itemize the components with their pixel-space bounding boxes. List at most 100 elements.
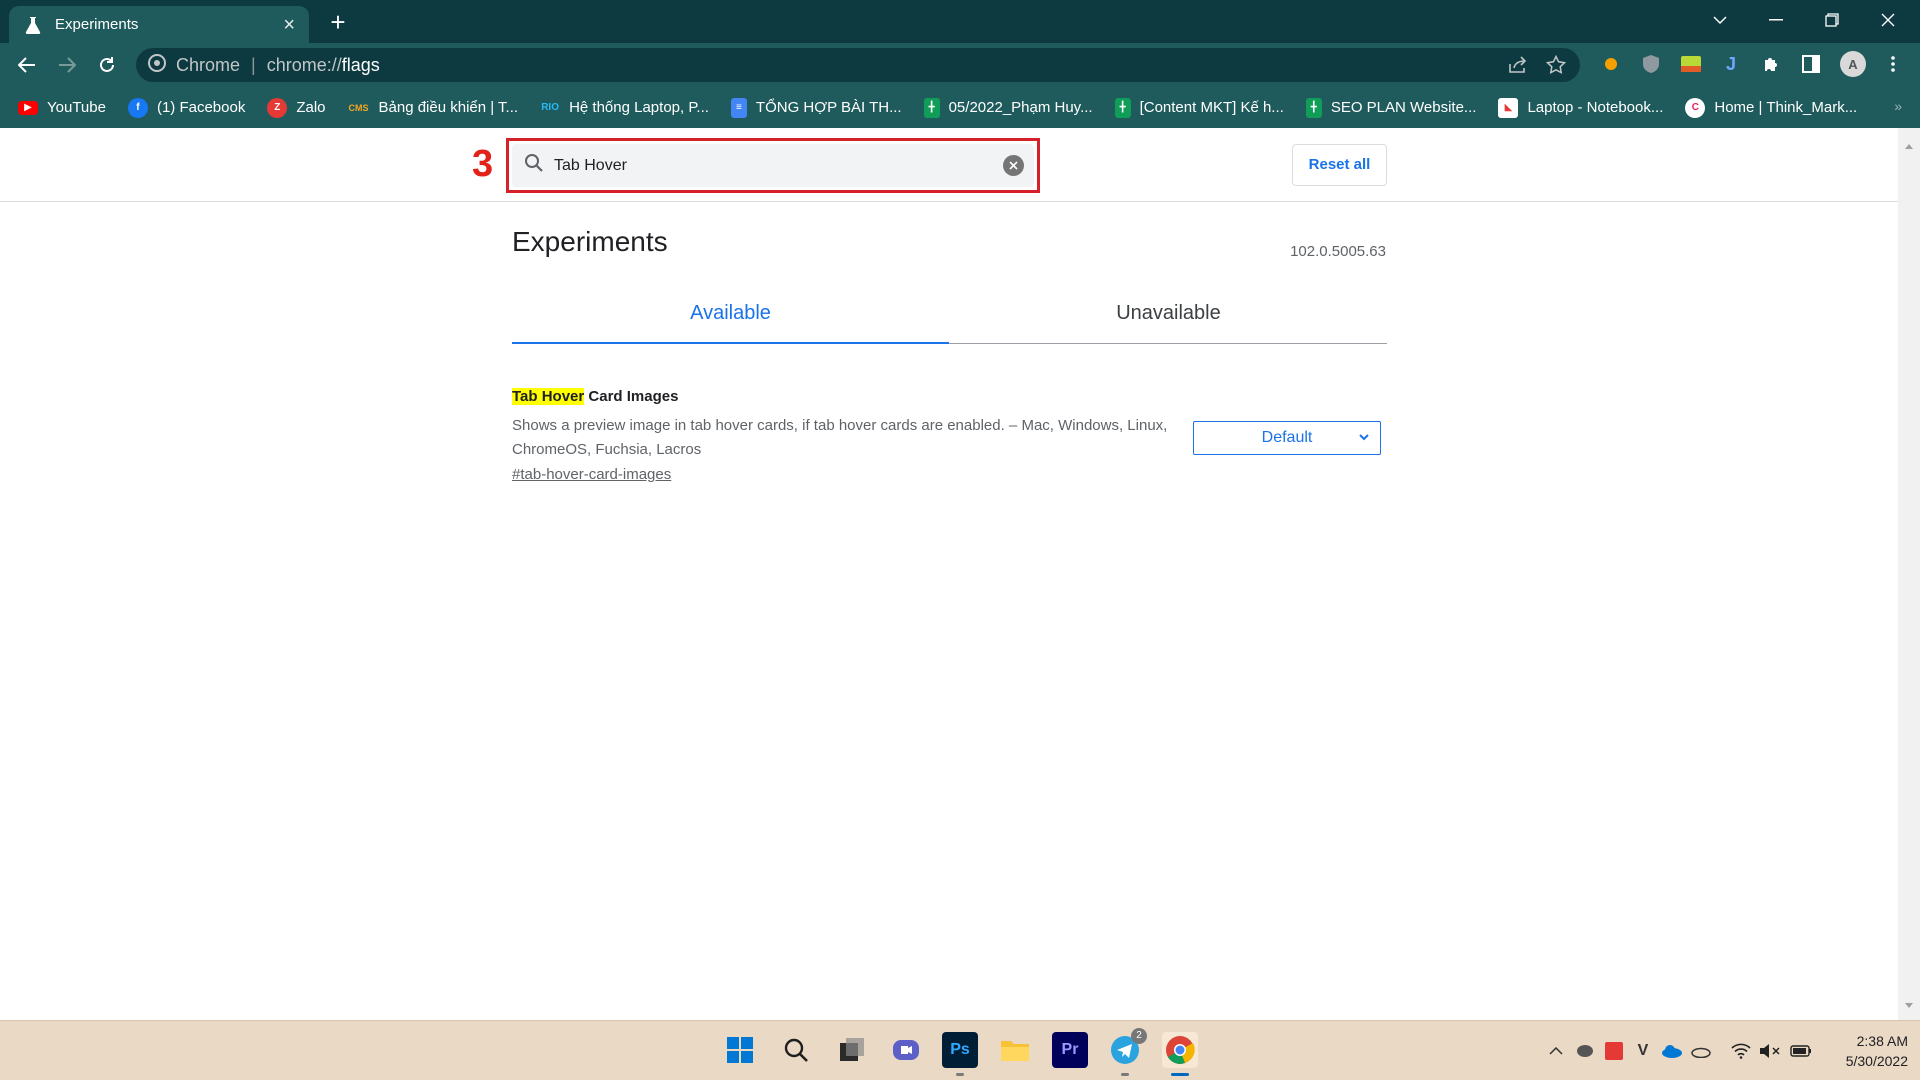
bookmark-label: Bảng điều khiển | T...: [378, 99, 519, 116]
chevron-down-icon: [1358, 430, 1370, 448]
extension-green-icon[interactable]: [1680, 53, 1702, 75]
reload-button[interactable]: [92, 50, 122, 80]
extensions-puzzle-icon[interactable]: [1760, 53, 1782, 75]
laptop-site-icon: ◣: [1498, 97, 1519, 118]
google-sheets-icon: ╋: [1305, 97, 1322, 118]
close-tab-icon[interactable]: ×: [283, 15, 295, 35]
tab-title: Experiments: [55, 16, 139, 33]
page-scrollbar[interactable]: [1898, 128, 1920, 1020]
browser-tab-experiments[interactable]: Experiments ×: [9, 6, 309, 43]
bookmark-label: SEO PLAN Website...: [1330, 99, 1477, 116]
clock-time: 2:38 AM: [1856, 1033, 1908, 1049]
omnibox-separator: |: [251, 54, 256, 75]
flag-state-select[interactable]: Default: [1193, 421, 1381, 455]
tab-unavailable[interactable]: Unavailable: [950, 290, 1387, 344]
bookmark-tong-hop[interactable]: ≡ TỔNG HỢP BÀI TH...: [730, 97, 902, 118]
telegram-icon[interactable]: 2: [1107, 1028, 1147, 1076]
bookmark-content-mkt[interactable]: ╋ [Content MKT] Kế h...: [1114, 97, 1284, 118]
ublock-icon[interactable]: [1640, 53, 1662, 75]
profile-avatar[interactable]: A: [1840, 51, 1866, 77]
search-icon: [524, 153, 544, 178]
cms-icon: CMS: [348, 102, 369, 113]
tray-red-app-icon[interactable]: [1603, 1040, 1625, 1062]
bookmark-facebook[interactable]: f (1) Facebook: [127, 97, 245, 118]
flags-tabs: Available Unavailable: [512, 290, 1387, 344]
premiere-label: Pr: [1061, 1041, 1079, 1058]
site-label: Chrome: [176, 54, 241, 75]
flag-name-rest: Card Images: [584, 388, 679, 405]
start-icon[interactable]: [722, 1032, 758, 1068]
bookmark-youtube[interactable]: ▶ YouTube: [18, 99, 106, 116]
back-button[interactable]: [12, 50, 42, 80]
bookmark-cms[interactable]: CMS Bảng điều khiển | T...: [348, 98, 519, 118]
share-icon[interactable]: [1506, 53, 1530, 77]
restore-button[interactable]: [1804, 0, 1860, 40]
bookmark-pham-huy[interactable]: ╋ 05/2022_Phạm Huy...: [923, 97, 1093, 118]
bookmark-label: Zalo: [296, 99, 326, 116]
bookmark-seo-plan[interactable]: ╋ SEO PLAN Website...: [1305, 97, 1477, 118]
bookmark-zalo[interactable]: Z Zalo: [267, 97, 326, 118]
search-flags-box[interactable]: [512, 144, 1034, 187]
scroll-up-icon[interactable]: [1905, 136, 1913, 154]
side-panel-icon[interactable]: [1800, 53, 1822, 75]
wifi-icon[interactable]: [1730, 1040, 1752, 1062]
google-sheets-icon: ╋: [923, 97, 940, 118]
extension-j-icon[interactable]: J: [1720, 53, 1742, 75]
system-clock[interactable]: 2:38 AM 5/30/2022: [1824, 1031, 1908, 1071]
bookmark-laptop-notebook[interactable]: ◣ Laptop - Notebook...: [1498, 97, 1664, 118]
flag-item-tab-hover-card-images: Tab Hover Card Images Shows a preview im…: [512, 388, 1387, 483]
bookmark-label: Laptop - Notebook...: [1527, 99, 1664, 116]
search-flags-input[interactable]: [554, 156, 974, 175]
bookmark-label: Home | Think_Mark...: [1714, 99, 1858, 116]
speaker-muted-icon[interactable]: [1759, 1040, 1781, 1062]
bookmarks-bar: ▶ YouTube f (1) Facebook Z Zalo CMS Bảng…: [0, 87, 1920, 128]
bookmark-label: TỔNG HỢP BÀI TH...: [755, 99, 902, 116]
scroll-down-icon[interactable]: [1905, 996, 1913, 1014]
google-docs-icon: ≡: [730, 97, 747, 118]
meet-icon[interactable]: [888, 1032, 924, 1068]
onedrive-icon[interactable]: [1661, 1040, 1683, 1062]
clear-search-icon[interactable]: [1003, 155, 1024, 176]
reset-all-button[interactable]: Reset all: [1292, 144, 1387, 186]
extension-orange-icon[interactable]: [1600, 53, 1622, 75]
cloud-icon[interactable]: [1690, 1040, 1712, 1062]
running-indicator: [1121, 1073, 1129, 1076]
chrome-icon[interactable]: [1162, 1032, 1198, 1076]
flag-permalink[interactable]: #tab-hover-card-images: [512, 466, 671, 483]
bookmark-think-mark[interactable]: C Home | Think_Mark...: [1685, 97, 1858, 118]
flag-state-value: Default: [1261, 429, 1313, 446]
youtube-icon: ▶: [18, 100, 38, 115]
close-window-button[interactable]: [1860, 0, 1916, 40]
flag-description: Shows a preview image in tab hover cards…: [512, 417, 1168, 458]
photoshop-icon[interactable]: Ps: [942, 1032, 978, 1076]
battery-icon[interactable]: [1790, 1040, 1812, 1062]
bookmark-laptop-system[interactable]: RIO Hệ thống Laptop, P...: [540, 98, 709, 118]
new-tab-button[interactable]: +: [324, 8, 352, 36]
running-indicator: [956, 1073, 964, 1076]
chrome-menu-icon[interactable]: [1882, 53, 1904, 75]
search-icon[interactable]: [778, 1032, 814, 1068]
bookmark-star-icon[interactable]: [1544, 53, 1568, 77]
premiere-icon[interactable]: Pr: [1052, 1032, 1088, 1068]
address-bar[interactable]: Chrome | chrome:// flags: [136, 48, 1580, 82]
bookmarks-overflow-button[interactable]: »: [1894, 98, 1902, 114]
rio-icon: RIO: [541, 102, 559, 113]
page-title: Experiments: [512, 226, 668, 257]
bookmark-label: Hệ thống Laptop, P...: [569, 99, 709, 116]
minimize-button[interactable]: [1748, 0, 1804, 40]
tab-available[interactable]: Available: [512, 290, 949, 344]
tab-search-icon[interactable]: [1692, 0, 1748, 40]
bookmark-label: [Content MKT] Kế h...: [1139, 99, 1284, 116]
file-explorer-icon[interactable]: [997, 1032, 1033, 1068]
forward-button[interactable]: [52, 50, 82, 80]
url-path: flags: [341, 54, 380, 75]
vpn-icon[interactable]: V: [1632, 1040, 1654, 1062]
tray-app-icon[interactable]: [1574, 1040, 1596, 1062]
chrome-version: 102.0.5005.63: [1290, 243, 1386, 260]
browser-toolbar: Chrome | chrome:// flags J A: [0, 43, 1920, 87]
chevron-up-icon[interactable]: [1545, 1040, 1567, 1062]
google-sheets-icon: ╋: [1114, 97, 1131, 118]
clock-date: 5/30/2022: [1845, 1053, 1908, 1069]
task-view-icon[interactable]: [834, 1032, 870, 1068]
notification-badge: 2: [1131, 1028, 1147, 1044]
